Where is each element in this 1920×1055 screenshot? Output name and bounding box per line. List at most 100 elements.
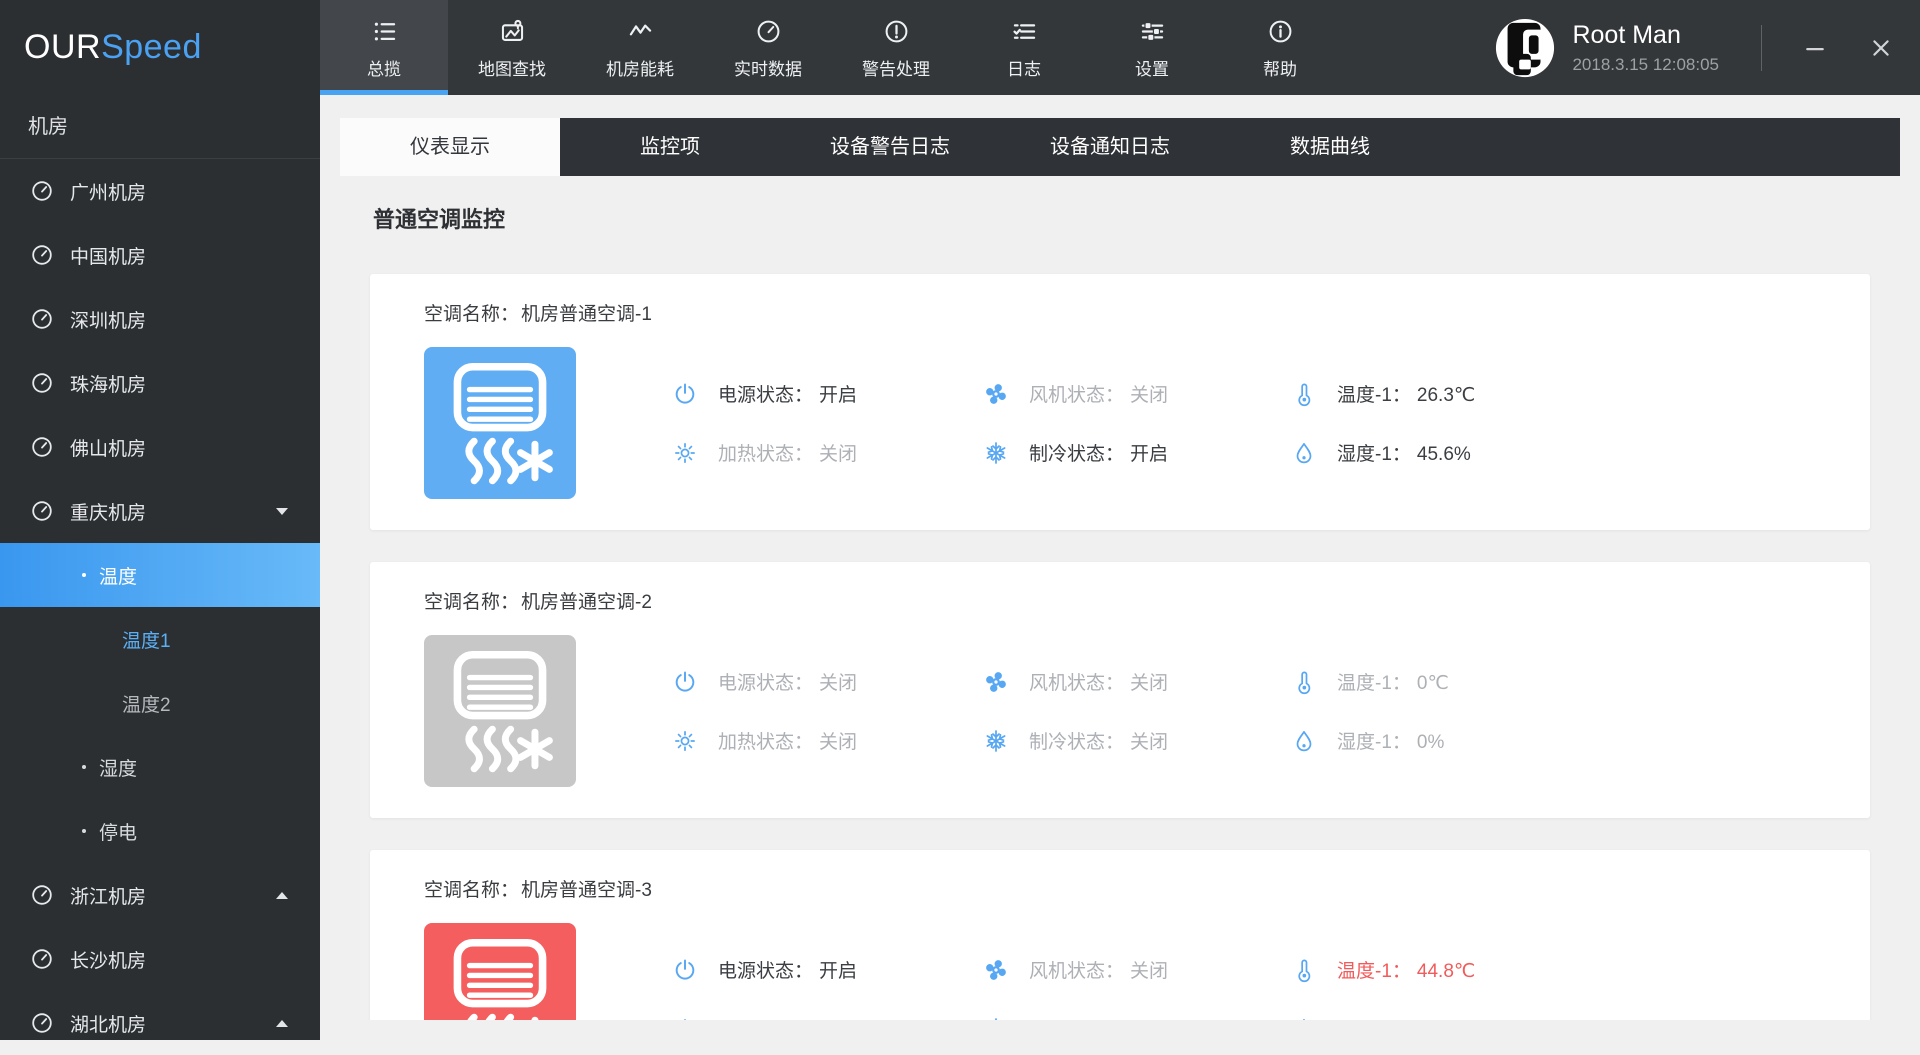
close-icon [1870,37,1892,59]
user-box: Root Man 2018.3.15 12:08:05 [1494,0,1920,95]
sidebar-item-changsha[interactable]: 长沙机房 [0,927,320,991]
sidebar-item-label: 中国机房 [70,242,146,269]
ac-name-label: 空调名称： [424,592,519,613]
ac-name: 机房普通空调-2 [521,592,652,613]
stat-humidity: 湿度-1：0% [1291,727,1830,754]
heat-sun-icon [672,1016,698,1021]
sidebar-item-label: 温度 [99,562,137,589]
room-gauge-icon [30,371,54,395]
stat-value: 开启 [819,961,857,982]
ac-name-label: 空调名称： [424,304,519,325]
ac-name: 机房普通空调-1 [521,304,652,325]
minimize-button[interactable] [1804,37,1826,59]
top-nav: 总揽 地图查找 机房能耗 实时数据 警告处理 日志 设置 帮助 [320,0,1344,95]
logo-part-our: OUR [24,28,101,67]
chevron-down-icon [276,508,288,515]
nav-item-logs[interactable]: 日志 [960,0,1088,95]
nav-item-help[interactable]: 帮助 [1216,0,1344,95]
close-button[interactable] [1870,37,1892,59]
room-gauge-icon [30,883,54,907]
nav-label: 警告处理 [862,55,930,80]
sidebar-item-label: 浙江机房 [70,882,146,909]
stat-value: 关闭 [819,732,857,753]
room-gauge-icon [30,1011,54,1035]
nav-item-settings[interactable]: 设置 [1088,0,1216,95]
ac-unit-icon [424,923,576,1020]
stat-humidity: 湿度-1： 45.6% [1291,439,1830,466]
avatar[interactable] [1494,17,1556,79]
sidebar-item-temperature1[interactable]: 温度1 [0,607,320,671]
sidebar-item-zhongguo[interactable]: 中国机房 [0,223,320,287]
map-search-icon [499,18,526,45]
stat-fan: 风机状态：关闭 [983,956,1291,983]
alert-icon [883,18,910,45]
tab-monitor-items[interactable]: 监控项 [560,118,780,176]
sidebar-item-chongqing[interactable]: 重庆机房 [0,479,320,543]
sidebar-item-label: 温度2 [122,690,171,717]
sidebar-item-shenzhen[interactable]: 深圳机房 [0,287,320,351]
droplet-icon [1291,728,1317,754]
stat-label: 温度-1： [1337,385,1411,406]
nav-item-energy[interactable]: 机房能耗 [576,0,704,95]
tab-data-curve[interactable]: 数据曲线 [1220,118,1440,176]
ac-card-title: 空调名称：机房普通空调-2 [424,587,1830,614]
top-bar: OURSpeed 总揽 地图查找 机房能耗 实时数据 警告处理 日志 设置 [0,0,1920,95]
sidebar-item-foshan[interactable]: 佛山机房 [0,415,320,479]
ac-unit-icon [424,635,576,787]
stat-power: 电源状态：开启 [672,380,983,407]
nav-label: 实时数据 [734,55,802,80]
tab-gauge-display[interactable]: 仪表显示 [340,118,560,176]
stat-label: 风机状态： [1029,961,1124,982]
droplet-icon [1291,1016,1317,1021]
sidebar-item-temperature2[interactable]: 温度2 [0,671,320,735]
stat-cooling: 制冷状态：关闭 [983,727,1291,754]
power-icon [672,381,698,407]
tab-device-alert-log[interactable]: 设备警告日志 [780,118,1000,176]
ac-card-body: 电源状态：开启 风机状态：关闭 温度-1：44.8℃ 加热状态：关闭 [424,923,1830,1020]
stat-heating: 加热状态：关闭 [672,439,983,466]
stat-temperature: 温度-1：44.8℃ [1291,956,1830,983]
stat-value: 26.3℃ [1417,385,1475,406]
stat-label: 湿度-1： [1337,444,1411,465]
sidebar-item-label: 温度1 [122,626,171,653]
stat-cooling: 制冷状态：开启 [983,1015,1291,1020]
bullet-dot [82,573,86,577]
sidebar-item-label: 深圳机房 [70,306,146,333]
stat-label: 电源状态： [718,385,813,406]
sidebar-item-label: 重庆机房 [70,498,146,525]
user-meta: Root Man 2018.3.15 12:08:05 [1572,21,1719,75]
fan-icon [983,669,1009,695]
nav-item-realtime[interactable]: 实时数据 [704,0,832,95]
sidebar-item-humidity[interactable]: 湿度 [0,735,320,799]
sidebar-item-label: 湿度 [99,754,137,781]
sidebar-item-temperature[interactable]: 温度 [0,543,320,607]
stat-fan: 风机状态：关闭 [983,668,1291,695]
stat-value: 44.8℃ [1417,961,1475,982]
heat-sun-icon [672,440,698,466]
ac-card-2: 空调名称：机房普通空调-2 电源状态：关闭 风机状态：关闭 温度-1：0℃ [370,562,1870,818]
tab-device-notify-log[interactable]: 设备通知日志 [1000,118,1220,176]
overview-icon [371,18,398,45]
energy-icon [627,18,654,45]
stat-label: 风机状态： [1029,673,1124,694]
sidebar-item-label: 佛山机房 [70,434,146,461]
nav-item-overview[interactable]: 总揽 [320,0,448,95]
stat-value: 45.6% [1417,444,1471,465]
sidebar-item-hubei[interactable]: 湖北机房 [0,991,320,1055]
current-datetime: 2018.3.15 12:08:05 [1572,55,1719,75]
stat-label: 风机状态： [1029,385,1124,406]
sidebar-header: 机房 [0,95,320,159]
stat-label: 制冷状态： [1029,732,1124,753]
sidebar-item-zhuhai[interactable]: 珠海机房 [0,351,320,415]
ac-card-title: 空调名称：机房普通空调-3 [424,875,1830,902]
room-gauge-icon [30,499,54,523]
ac-card-1: 空调名称：机房普通空调-1 电源状态：开启 风机状态：关闭 温度-1：26. [370,274,1870,530]
sidebar-item-power-outage[interactable]: 停电 [0,799,320,863]
ac-card-body: 电源状态：开启 风机状态：关闭 温度-1：26.3℃ 加热状态：关闭 [424,347,1830,499]
sidebar-item-zhejiang[interactable]: 浙江机房 [0,863,320,927]
sidebar-item-guangzhou[interactable]: 广州机房 [0,159,320,223]
nav-item-map-search[interactable]: 地图查找 [448,0,576,95]
power-icon [672,957,698,983]
nav-item-alerts[interactable]: 警告处理 [832,0,960,95]
thermometer-icon [1291,669,1317,695]
